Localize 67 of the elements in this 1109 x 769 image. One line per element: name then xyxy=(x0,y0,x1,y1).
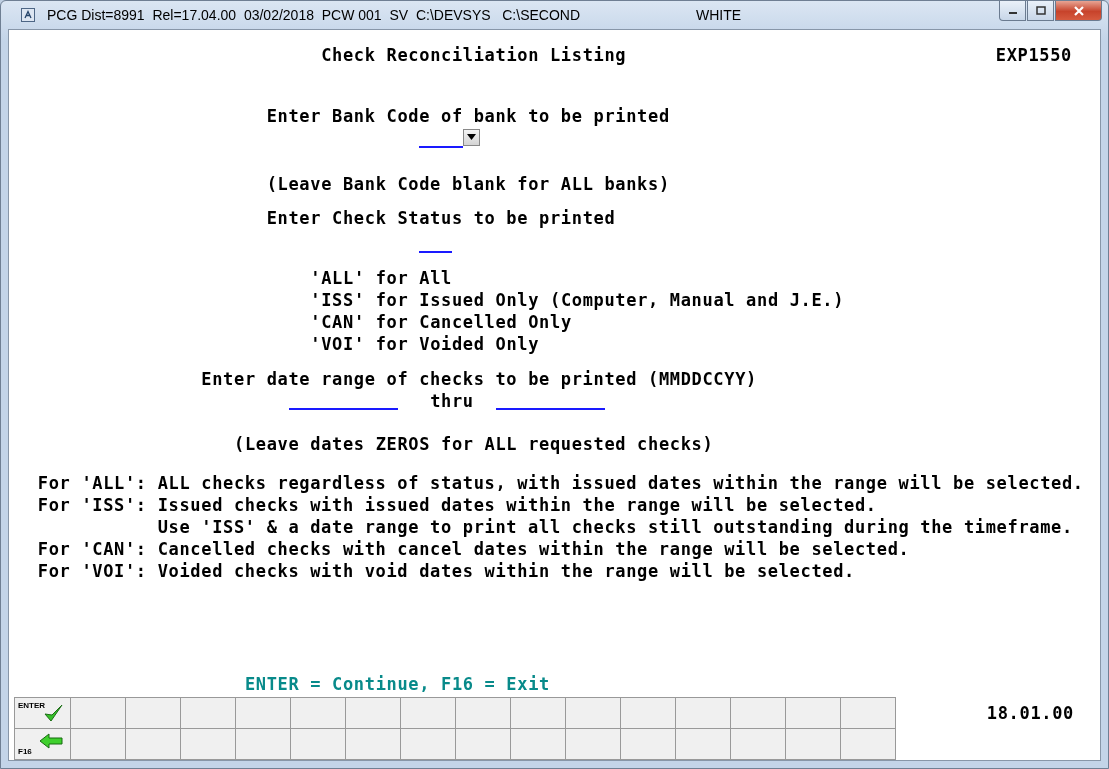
check-icon xyxy=(43,703,63,723)
function-key[interactable] xyxy=(346,729,401,760)
function-key[interactable]: F16 xyxy=(15,729,71,760)
dropdown-button[interactable] xyxy=(462,128,480,146)
function-key[interactable] xyxy=(126,729,181,760)
function-key[interactable] xyxy=(401,729,456,760)
maximize-button[interactable] xyxy=(1027,1,1054,21)
function-key[interactable] xyxy=(401,698,456,729)
note-text: Cancelled checks with cancel dates within the range will be selected. xyxy=(157,539,911,559)
prompt-label: Enter Check Status to be printed xyxy=(266,207,616,229)
function-key[interactable] xyxy=(71,729,126,760)
app-icon xyxy=(21,8,35,22)
screen-title: Check Reconciliation Listing xyxy=(321,44,627,66)
version-text: 18.01.00 xyxy=(986,703,1074,723)
note-text: Use 'ISS' & a date range to print all checks still outstanding during the timeframe. xyxy=(157,517,1074,537)
note-text: Voided checks with void dates within the range will be selected. xyxy=(157,561,856,581)
function-key[interactable] xyxy=(786,698,841,729)
function-key[interactable]: ENTER xyxy=(15,698,71,729)
note-label: For 'CAN': xyxy=(37,539,148,559)
function-key[interactable] xyxy=(291,698,346,729)
note-text: ALL checks regardless of status, with issued dates within the range will be selected. xyxy=(157,473,1085,493)
option-text: 'CAN' for Cancelled Only xyxy=(310,311,572,333)
function-key[interactable] xyxy=(786,729,841,760)
option-text: 'ISS' for Issued Only (Computer, Manual and J.E.) xyxy=(310,289,845,311)
note-label: For 'VOI': xyxy=(37,561,148,581)
function-key[interactable] xyxy=(236,729,291,760)
program-id: EXP1550 xyxy=(995,44,1072,66)
note-label: For 'ALL': xyxy=(37,473,148,493)
function-key[interactable] xyxy=(621,729,676,760)
function-key[interactable] xyxy=(456,698,511,729)
function-key[interactable] xyxy=(456,729,511,760)
function-key[interactable] xyxy=(181,729,236,760)
function-key[interactable] xyxy=(346,698,401,729)
separator-text: thru xyxy=(430,390,474,412)
left-arrow-icon xyxy=(39,733,63,749)
function-key[interactable] xyxy=(71,698,126,729)
close-icon xyxy=(1072,5,1085,16)
function-key[interactable] xyxy=(511,729,566,760)
window-title: PCG Dist=8991 Rel=17.04.00 03/02/2018 PCW 001 SV C:\DEVSYS C:\SECOND xyxy=(47,7,581,23)
function-key[interactable] xyxy=(841,729,896,760)
hint-text: (Leave dates ZEROS for ALL requested checks) xyxy=(234,433,714,455)
user-name: WHITE xyxy=(696,7,742,23)
function-key[interactable] xyxy=(181,698,236,729)
function-key[interactable] xyxy=(236,698,291,729)
function-key[interactable] xyxy=(621,698,676,729)
key-prompt: ENTER = Continue, F16 = Exit xyxy=(244,673,550,695)
function-key[interactable] xyxy=(566,698,621,729)
prompt-label: Enter Bank Code of bank to be printed xyxy=(266,105,670,127)
function-key[interactable] xyxy=(291,729,346,760)
function-key[interactable] xyxy=(126,698,181,729)
hint-text: (Leave Bank Code blank for ALL banks) xyxy=(266,173,670,195)
function-key[interactable] xyxy=(731,729,786,760)
function-key[interactable] xyxy=(731,698,786,729)
option-text: 'VOI' for Voided Only xyxy=(310,333,540,355)
note-text: Issued checks with issued dates within the range will be selected. xyxy=(157,495,878,515)
minimize-button[interactable] xyxy=(999,1,1026,21)
option-text: 'ALL' for All xyxy=(310,267,452,289)
close-button[interactable] xyxy=(1055,1,1102,21)
function-key[interactable] xyxy=(511,698,566,729)
function-key[interactable] xyxy=(566,729,621,760)
function-key[interactable] xyxy=(676,729,731,760)
note-label: For 'ISS': xyxy=(37,495,148,515)
prompt-label: Enter date range of checks to be printed (MMDDCCYY) xyxy=(201,368,757,390)
function-key[interactable] xyxy=(841,698,896,729)
maximize-icon xyxy=(1035,6,1046,15)
caret-icon xyxy=(466,134,476,140)
function-key[interactable] xyxy=(676,698,731,729)
